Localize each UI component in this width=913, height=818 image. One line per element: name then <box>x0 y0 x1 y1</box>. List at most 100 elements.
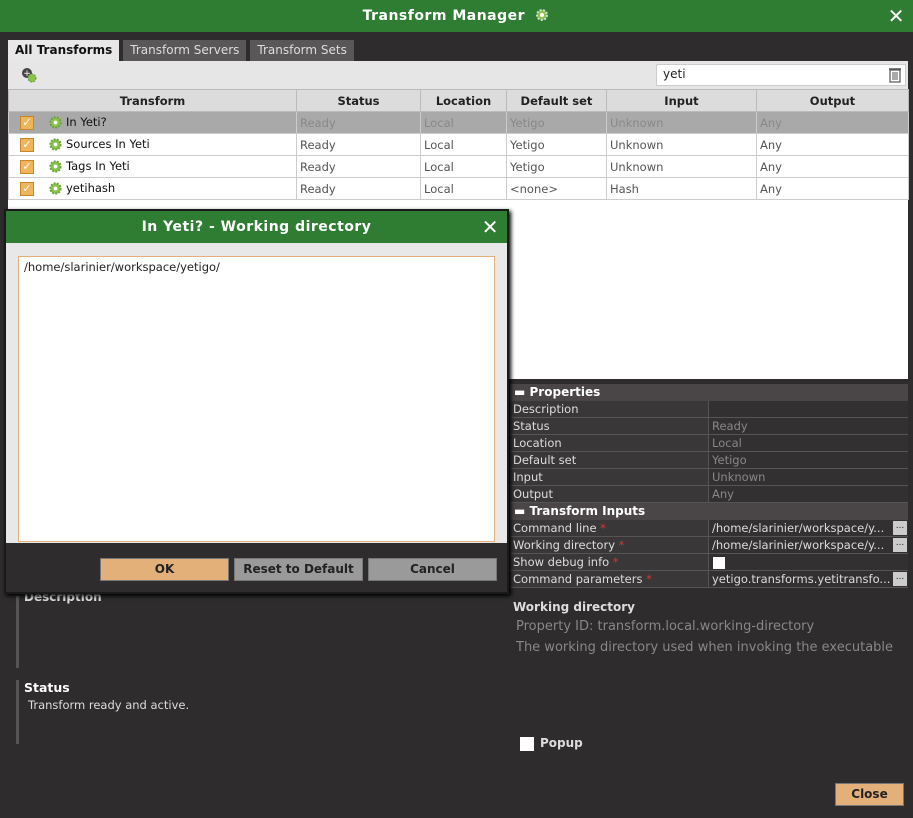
edit-property-button[interactable]: ... <box>893 521 907 535</box>
property-value: Unknown <box>712 470 766 484</box>
enabled-checkbox[interactable]: ✓ <box>20 115 34 130</box>
tab-bar: All Transforms Transform Servers Transfo… <box>8 40 354 61</box>
col-location[interactable]: Location <box>420 89 507 112</box>
col-output[interactable]: Output <box>756 89 909 112</box>
table-row[interactable]: ✓ In Yeti? Ready Local Yetigo Unknown Any <box>8 111 909 134</box>
help-title: Working directory <box>513 600 635 614</box>
property-row[interactable]: Default set Yetigo <box>510 452 908 469</box>
edit-property-button[interactable]: ... <box>893 538 907 552</box>
help-property-id: Property ID: transform.local.working-dir… <box>516 619 815 634</box>
popup-checkbox[interactable] <box>520 736 534 751</box>
col-input[interactable]: Input <box>606 89 757 112</box>
col-transform[interactable]: Transform <box>8 89 297 112</box>
status-bar <box>16 680 19 744</box>
property-value-cell[interactable]: Yetigo <box>709 452 908 468</box>
dialog-titlebar: In Yeti? - Working directory ✕ <box>6 211 507 243</box>
table-row[interactable]: ✓ yetihash Ready Local <none> Hash Any <box>8 177 909 200</box>
transform-name-cell[interactable]: ✓ Sources In Yeti <box>8 133 297 156</box>
col-default-set[interactable]: Default set <box>506 89 607 112</box>
add-transform-icon[interactable]: + <box>20 66 38 84</box>
enabled-checkbox[interactable]: ✓ <box>20 181 34 196</box>
property-value-cell[interactable] <box>709 554 908 570</box>
property-value-cell[interactable] <box>709 401 908 417</box>
default-set-cell: Yetigo <box>506 155 607 178</box>
working-directory-dialog: In Yeti? - Working directory ✕ OK Reset … <box>4 209 509 594</box>
tab-transform-sets[interactable]: Transform Sets <box>250 40 354 61</box>
show-debug-checkbox[interactable] <box>713 556 725 569</box>
popup-toggle[interactable]: Popup <box>520 736 583 751</box>
edit-property-button[interactable]: ... <box>893 572 907 586</box>
search-value: yeti <box>663 67 686 81</box>
status-cell: Ready <box>296 155 421 178</box>
transform-name-cell[interactable]: ✓ yetihash <box>8 177 297 200</box>
property-value-cell[interactable]: /home/slarinier/workspace/y...... <box>709 520 908 536</box>
footer: Close <box>0 760 913 818</box>
property-value: /home/slarinier/workspace/y... <box>712 521 885 535</box>
popup-label: Popup <box>540 736 583 750</box>
property-row[interactable]: Command parameters * yetigo.transforms.ye… <box>510 571 908 588</box>
property-row[interactable]: Location Local <box>510 435 908 452</box>
gear-icon <box>49 160 62 173</box>
transform-inputs-section-header[interactable]: ▬ Transform Inputs <box>510 503 908 520</box>
status-label: Status <box>24 680 70 695</box>
property-value: /home/slarinier/workspace/y... <box>712 538 885 552</box>
dialog-close-button[interactable]: ✕ <box>482 211 499 243</box>
location-cell: Local <box>420 155 507 178</box>
property-row[interactable]: Status Ready <box>510 418 908 435</box>
property-key: Show debug info * <box>510 554 709 570</box>
properties-panel: ▬ Properties Description Status Ready Locat… <box>510 384 908 588</box>
property-value-cell[interactable]: Ready <box>709 418 908 434</box>
ok-button[interactable]: OK <box>100 558 229 581</box>
property-key: Command line * <box>510 520 709 536</box>
property-key: Output <box>510 486 709 502</box>
property-value-cell[interactable]: /home/slarinier/workspace/y...... <box>709 537 908 553</box>
dialog-body <box>6 243 507 543</box>
property-value-cell[interactable]: yetigo.transforms.yetitransfo...... <box>709 571 908 587</box>
table-row[interactable]: ✓ Tags In Yeti Ready Local Yetigo Unknown Any <box>8 155 909 178</box>
property-key: Working directory * <box>510 537 709 553</box>
output-cell: Any <box>756 111 909 134</box>
clear-search-trash-icon[interactable] <box>889 67 901 83</box>
property-value: Ready <box>712 419 748 433</box>
property-key: Input <box>510 469 709 485</box>
status-cell: Ready <box>296 111 421 134</box>
transform-name-cell[interactable]: ✓ In Yeti? <box>8 111 297 134</box>
window-close-button[interactable]: ✕ <box>888 0 905 32</box>
property-row[interactable]: Working directory */home/slarinier/works… <box>510 537 908 554</box>
default-set-cell: Yetigo <box>506 133 607 156</box>
enabled-checkbox[interactable]: ✓ <box>20 137 34 152</box>
property-value-cell[interactable]: Unknown <box>709 469 908 485</box>
search-input[interactable]: yeti <box>656 64 906 86</box>
property-row[interactable]: Description <box>510 401 908 418</box>
cancel-button[interactable]: Cancel <box>368 558 497 581</box>
gear-icon <box>49 116 62 129</box>
property-value: Local <box>712 436 742 450</box>
close-button[interactable]: Close <box>835 783 904 806</box>
transform-name: In Yeti? <box>66 115 107 129</box>
status-cell: Ready <box>296 133 421 156</box>
property-key: Default set <box>510 452 709 468</box>
tab-transform-servers[interactable]: Transform Servers <box>123 40 247 61</box>
col-status[interactable]: Status <box>296 89 421 112</box>
property-row[interactable]: Input Unknown <box>510 469 908 486</box>
details-panel: Description Status Transform ready and a… <box>8 590 508 760</box>
default-set-cell: Yetigo <box>506 111 607 134</box>
enabled-checkbox[interactable]: ✓ <box>20 159 34 174</box>
help-description: The working directory used when invoking… <box>516 640 894 655</box>
gear-icon <box>49 182 62 195</box>
property-value: yetigo.transforms.yetitransfo... <box>712 572 891 586</box>
property-value-cell[interactable]: Any <box>709 486 908 502</box>
table-row[interactable]: ✓ Sources In Yeti Ready Local Yetigo Unknown A… <box>8 133 909 156</box>
property-value: Yetigo <box>712 453 747 467</box>
reset-to-default-button[interactable]: Reset to Default <box>234 558 363 581</box>
property-row[interactable]: Command line */home/slarinier/workspace/… <box>510 520 908 537</box>
transform-name-cell[interactable]: ✓ Tags In Yeti <box>8 155 297 178</box>
properties-section-header[interactable]: ▬ Properties <box>510 384 908 401</box>
property-row[interactable]: Output Any <box>510 486 908 503</box>
tab-all-transforms[interactable]: All Transforms <box>8 40 120 61</box>
property-row[interactable]: Show debug info * <box>510 554 908 571</box>
property-key: Description <box>510 401 709 417</box>
transform-name: Sources In Yeti <box>66 137 150 151</box>
property-value-cell[interactable]: Local <box>709 435 908 451</box>
working-directory-textarea[interactable] <box>18 256 495 542</box>
